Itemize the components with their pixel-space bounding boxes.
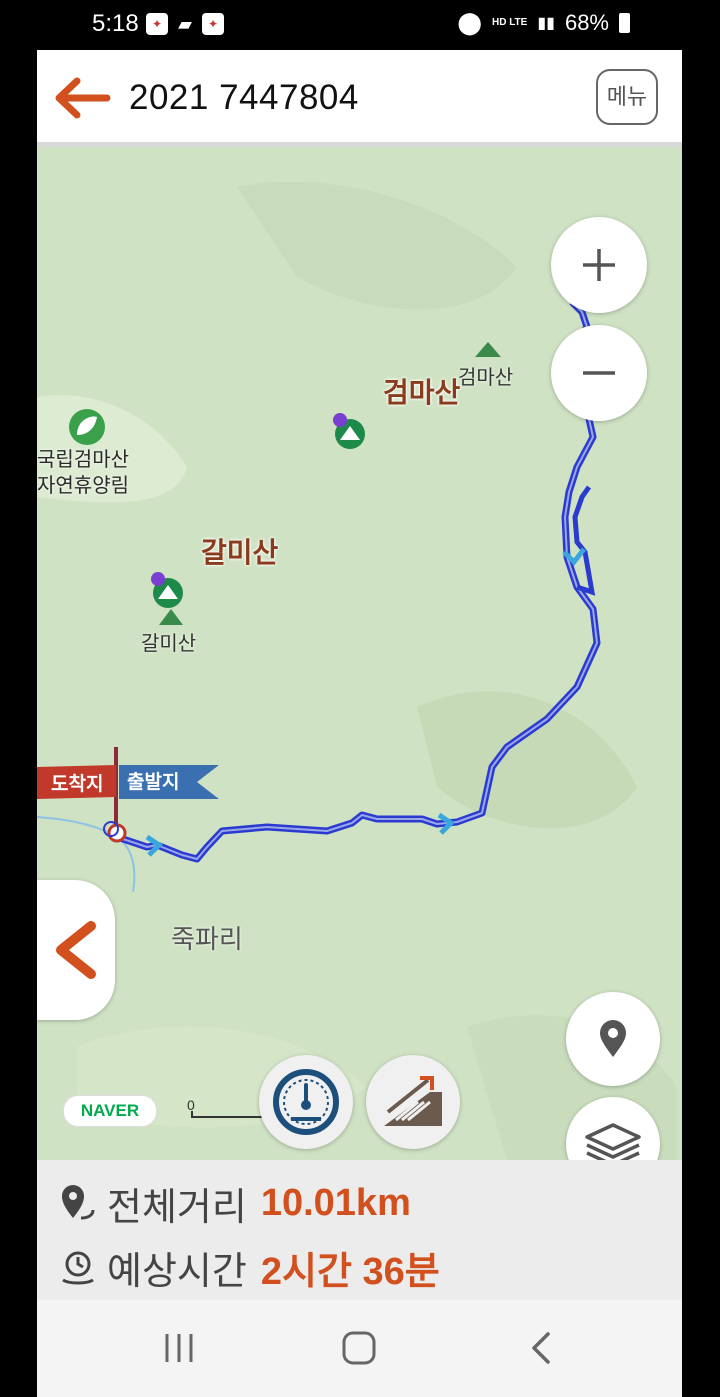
peak-label-galmisan: 갈미산 [201, 537, 279, 568]
chevron-left-icon [56, 921, 96, 979]
distance-value: 10.01km [260, 1182, 411, 1224]
map-scale: 0 [187, 1097, 267, 1119]
message-icon: ▰ [178, 14, 192, 34]
flag-start-label: 출발지 [127, 772, 180, 793]
home-icon [342, 1331, 376, 1365]
system-back-button[interactable] [512, 1328, 572, 1368]
my-location-button[interactable] [566, 992, 660, 1086]
signal-icon: ▮▮ [537, 15, 555, 32]
status-right: ⬤ HD LTE ▮▮ 68% [457, 10, 630, 36]
route-summary-panel: 전체거리 10.01km 예상시간 2시간 36분 [37, 1160, 682, 1300]
system-navigation-bar [37, 1300, 682, 1397]
recent-apps-button[interactable] [149, 1328, 209, 1368]
forest-marker[interactable] [69, 409, 105, 445]
status-bar: 5:18 ✦ ▰ ✦ ⬤ HD LTE ▮▮ 68% [0, 0, 720, 50]
status-time: 5:18 [92, 10, 139, 37]
time-row: 예상시간 2시간 36분 [59, 1240, 440, 1295]
network-indicator: HD LTE [491, 17, 528, 28]
minus-icon [583, 371, 615, 375]
elevation-button[interactable] [366, 1055, 460, 1149]
speedometer-icon [273, 1069, 339, 1135]
notification-icons: ✦ ▰ ✦ [146, 13, 224, 35]
naver-logo: NAVER [63, 1095, 157, 1127]
route-distance-icon [62, 1184, 95, 1219]
elevation-profile-icon [384, 1076, 442, 1126]
time-label: 예상시간 [107, 1251, 247, 1293]
app-notification-icon-2: ✦ [202, 13, 224, 35]
layers-icon [585, 1123, 641, 1160]
header: 2021 7447804 메뉴 [37, 50, 682, 147]
speedometer-button[interactable] [259, 1055, 353, 1149]
menu-button[interactable]: 메뉴 [596, 69, 658, 125]
zoom-in-button[interactable] [551, 217, 647, 313]
peak-label-galmisan-small: 갈미산 [141, 633, 197, 655]
forest-label-line1: 국립검마산 [37, 449, 129, 471]
app-notification-icon: ✦ [146, 13, 168, 35]
arrow-left-icon [55, 77, 111, 119]
home-button[interactable] [329, 1328, 389, 1368]
location-pin-icon [600, 1020, 626, 1057]
plus-icon [583, 249, 615, 281]
battery-percent: 68% [564, 10, 609, 35]
distance-label: 전체거리 [107, 1187, 247, 1229]
time-value: 2시간 36분 [260, 1251, 440, 1293]
forest-label: 국립검마산 자연휴양림 [37, 447, 129, 499]
location-icon: ⬤ [457, 10, 482, 35]
page-title: 2021 7447804 [129, 78, 359, 117]
app-window: 2021 7447804 메뉴 검마산 검마산 갈미산 갈미산 국립검마산 자연… [37, 50, 682, 1397]
peak-label-geomasan-small: 검마산 [458, 367, 514, 389]
map-view[interactable]: 검마산 검마산 갈미산 갈미산 국립검마산 자연휴양림 죽파리 도착지 출발지 [37, 147, 682, 1160]
back-button[interactable] [51, 76, 111, 120]
forest-label-line2: 자연휴양림 [37, 475, 129, 497]
battery-icon [619, 13, 630, 33]
recent-apps-icon [165, 1334, 193, 1362]
peak-label-geomasan: 검마산 [383, 377, 461, 408]
village-label: 죽파리 [171, 924, 243, 954]
chevron-left-icon [532, 1332, 550, 1364]
flag-end-label: 도착지 [51, 774, 104, 795]
stopwatch-icon [62, 1251, 94, 1284]
scale-bar [191, 1111, 265, 1118]
zoom-out-button[interactable] [551, 325, 647, 421]
side-panel-toggle[interactable] [37, 880, 115, 1020]
distance-row: 전체거리 10.01km [59, 1176, 411, 1231]
